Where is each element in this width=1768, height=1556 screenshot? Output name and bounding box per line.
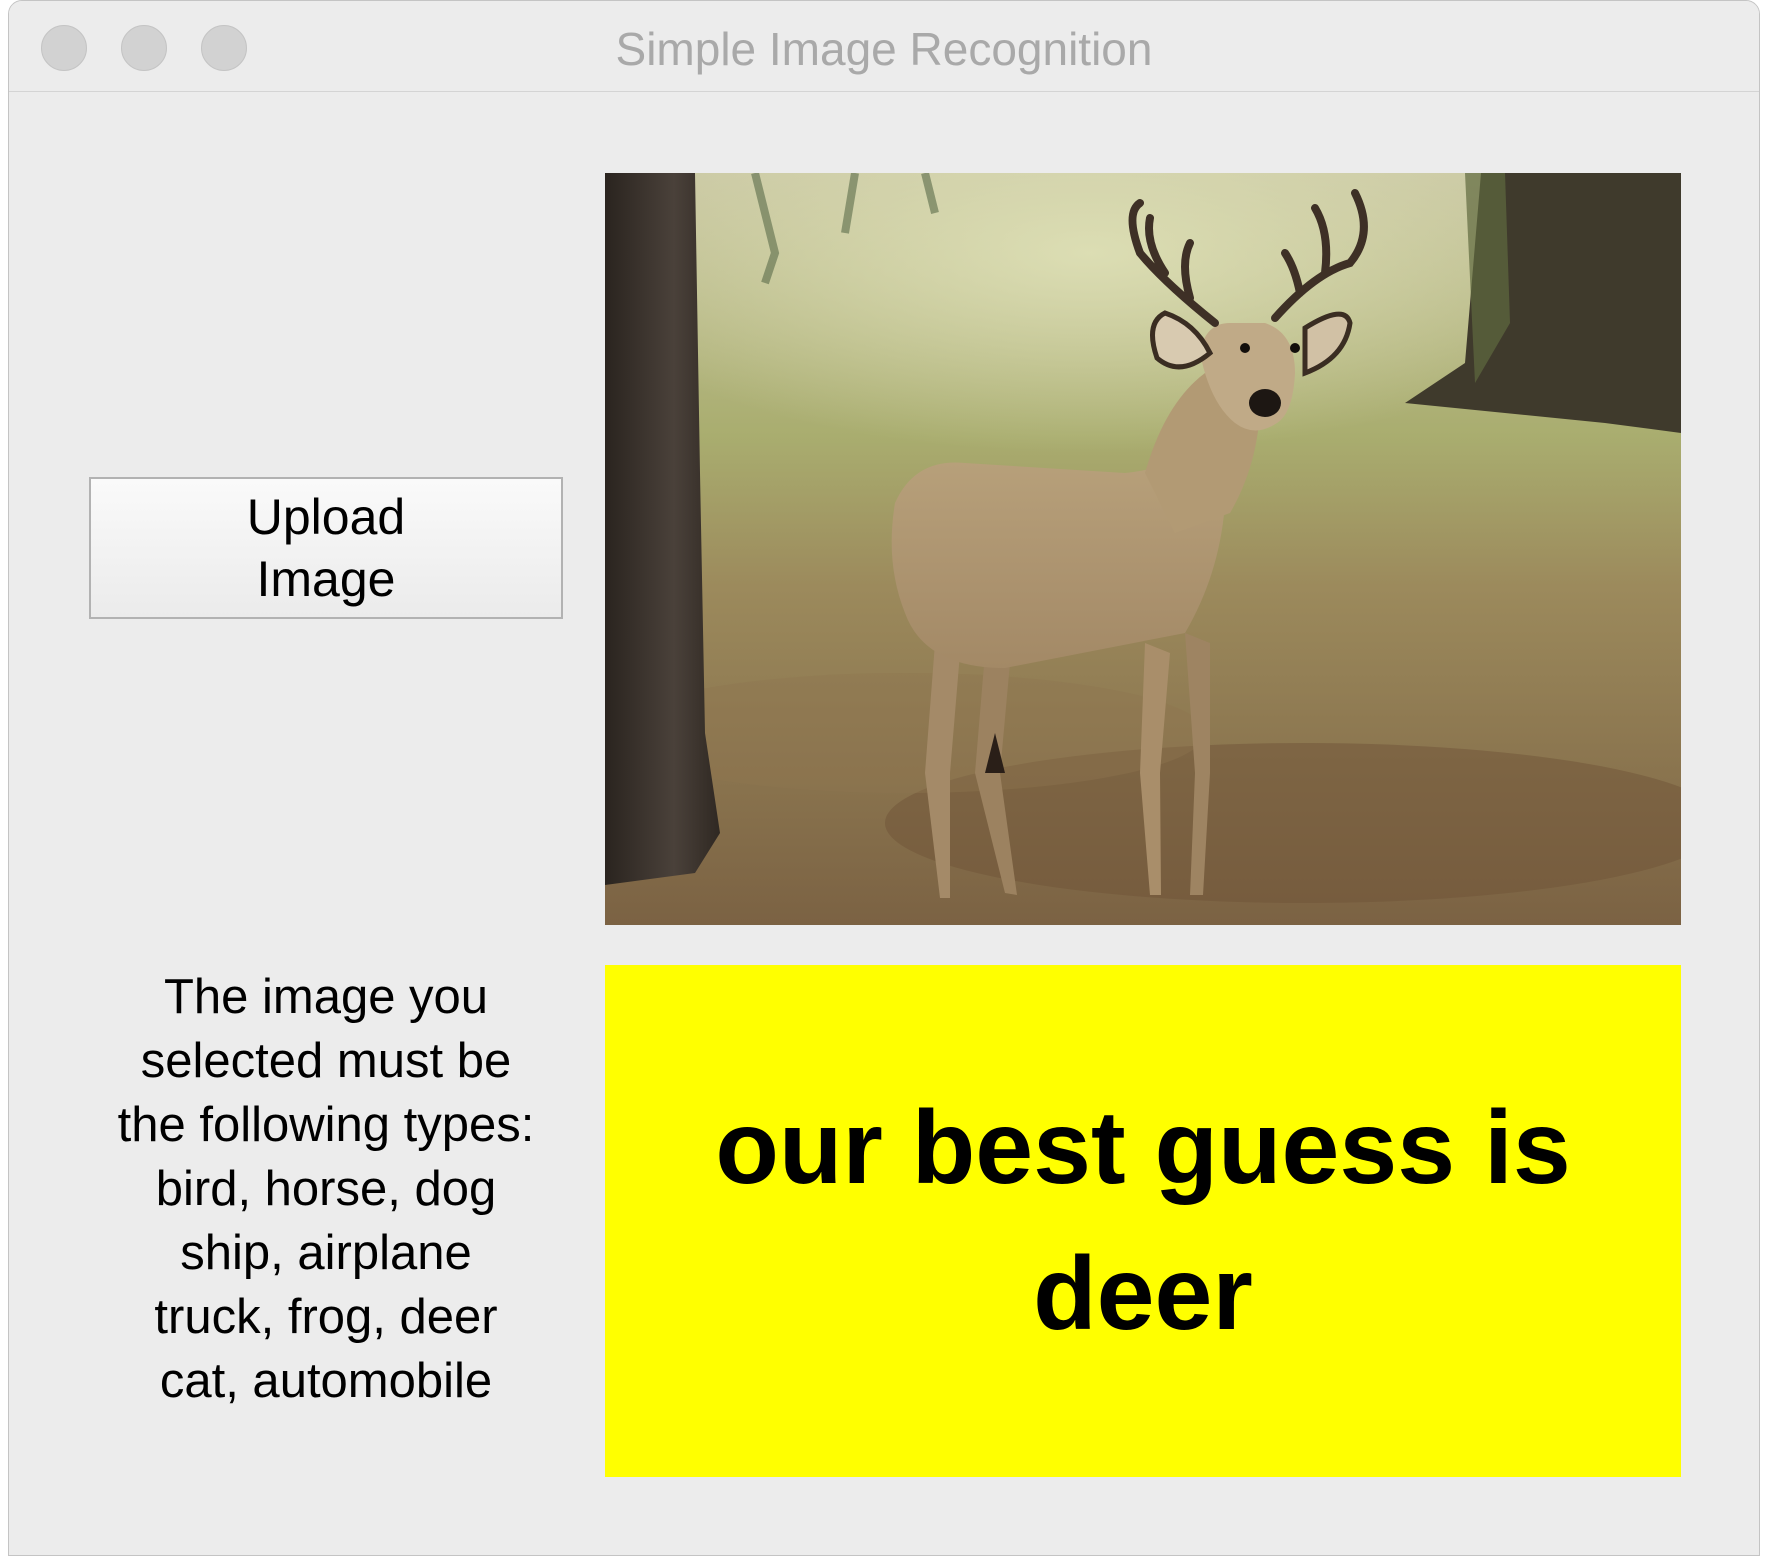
uploaded-image bbox=[605, 173, 1681, 925]
deer-photo bbox=[605, 173, 1681, 925]
window-title: Simple Image Recognition bbox=[615, 23, 1153, 75]
upload-image-label: Upload Image bbox=[246, 489, 406, 607]
upload-image-button[interactable]: Upload Image bbox=[89, 477, 563, 619]
title-bar: Simple Image Recognition bbox=[9, 1, 1759, 92]
supported-types-text: The image you selected must be the follo… bbox=[117, 970, 535, 1408]
prediction-result-box: our best guess is deer bbox=[605, 965, 1681, 1477]
app-window: Simple Image Recognition Upload Image Th… bbox=[8, 0, 1760, 1556]
prediction-result-text: our best guess is deer bbox=[715, 1090, 1571, 1352]
